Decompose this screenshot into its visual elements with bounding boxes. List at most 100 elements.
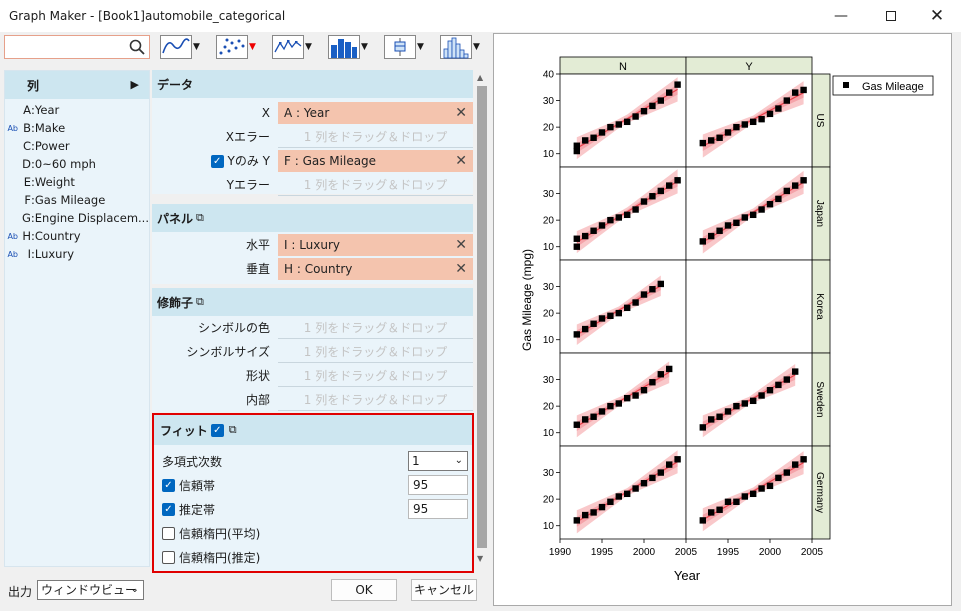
vertical-slot[interactable]: H : Country ✕ — [278, 258, 473, 280]
x-slot[interactable]: A : Year ✕ — [278, 102, 473, 124]
poly-order-select[interactable]: 1 ⌄ — [408, 451, 468, 471]
vertical-slot-value: H : Country — [284, 262, 353, 276]
col-strip-label: Y — [745, 61, 753, 73]
expand-arrow-icon[interactable]: ▶ — [131, 78, 139, 91]
panel-section-title: パネル — [157, 211, 194, 226]
prediction-band-input[interactable]: 95 — [408, 499, 468, 519]
data-point — [716, 227, 723, 234]
data-point — [750, 211, 757, 219]
copy-icon[interactable]: ⧉ — [229, 423, 237, 437]
xerr-slot[interactable]: 1 列をドラッグ＆ドロップ — [278, 126, 473, 148]
data-point — [573, 142, 580, 149]
column-item[interactable]: A: Year — [5, 101, 149, 119]
column-item[interactable]: D:0~60 mph — [5, 155, 149, 173]
confidence-band-checkbox[interactable]: ✓ — [162, 478, 175, 492]
x-slot-value: A : Year — [284, 106, 330, 120]
column-name: Power — [34, 139, 70, 153]
interior-slot[interactable]: 1 列をドラッグ＆ドロップ — [278, 389, 473, 411]
box-plot-button[interactable]: ▼ — [384, 34, 424, 60]
histogram-plot-button[interactable]: ▼ — [440, 34, 480, 60]
column-item[interactable]: Ab I: Luxury — [5, 245, 149, 263]
copy-icon[interactable]: ⧉ — [196, 295, 204, 309]
symbol-size-slot[interactable]: 1 列をドラッグ＆ドロップ — [278, 341, 473, 363]
conf-ellipse-mean-checkbox[interactable] — [162, 526, 175, 540]
scroll-down-icon[interactable]: ▼ — [477, 554, 483, 563]
data-point — [792, 89, 799, 96]
data-section-header[interactable]: データ — [152, 70, 473, 98]
data-point — [624, 490, 631, 498]
column-list: A: Year Ab B: Make C: Power D:0~60 mph E: Wei… — [5, 99, 149, 263]
clear-x-icon[interactable]: ✕ — [455, 102, 467, 124]
cancel-button[interactable]: キャンセル — [411, 579, 477, 601]
column-item[interactable]: Ab B: Make — [5, 119, 149, 137]
data-point — [615, 400, 622, 407]
data-point — [590, 134, 597, 141]
clear-horizontal-icon[interactable]: ✕ — [455, 234, 467, 256]
data-point — [657, 97, 664, 104]
column-item[interactable]: G: Engine Displacem... — [5, 209, 149, 227]
poly-order-row: 多項式次数 — [162, 451, 222, 471]
data-point — [598, 408, 606, 415]
yerr-slot[interactable]: 1 列をドラッグ＆ドロップ — [278, 174, 473, 196]
data-point — [615, 493, 622, 500]
clear-vertical-icon[interactable]: ✕ — [455, 258, 467, 280]
column-item[interactable]: F: Gas Mileage — [5, 191, 149, 209]
settings-scrollbar[interactable]: ▲ ▼ — [475, 70, 489, 567]
conf-ellipse-pred-checkbox[interactable] — [162, 550, 175, 564]
line-plot-button[interactable]: ▼ — [160, 34, 200, 60]
column-item[interactable]: Ab H: Country — [5, 227, 149, 245]
data-point — [733, 219, 740, 226]
line-plot-icon — [160, 35, 192, 59]
data-point — [766, 387, 774, 394]
data-point — [607, 216, 614, 224]
shape-slot[interactable]: 1 列をドラッグ＆ドロップ — [278, 365, 473, 387]
copy-icon[interactable]: ⧉ — [196, 211, 204, 225]
fit-enable-checkbox[interactable]: ✓ — [210, 423, 224, 437]
ok-button[interactable]: OK — [331, 579, 397, 601]
y-only-checkbox[interactable]: ✓ — [210, 155, 224, 168]
data-point — [766, 201, 774, 208]
fit-section-header[interactable]: フィット ✓ ⧉ — [154, 415, 472, 445]
symbol-color-slot[interactable]: 1 列をドラッグ＆ドロップ — [278, 317, 473, 339]
output-label: 出力 — [8, 585, 33, 599]
close-button[interactable]: ✕ — [914, 0, 960, 32]
data-point — [590, 227, 597, 234]
column-item[interactable]: C: Power — [5, 137, 149, 155]
data-point — [598, 129, 606, 136]
search-icon[interactable] — [129, 39, 145, 55]
horizontal-slot[interactable]: I : Luxury ✕ — [278, 234, 473, 256]
modifier-section-header[interactable]: 修飾子 ⧉ — [152, 288, 473, 316]
column-name: 0~60 mph — [34, 157, 96, 171]
scrollbar-thumb[interactable] — [477, 86, 487, 548]
data-point — [783, 469, 790, 476]
panel-section-header[interactable]: パネル ⧉ — [152, 204, 473, 232]
scatter-plot-button[interactable]: ▼ — [216, 34, 256, 60]
data-point — [632, 392, 639, 399]
output-select[interactable]: ウィンドウビュー ⌄ — [37, 580, 144, 600]
fit-section: フィット ✓ ⧉ 多項式次数 1 ⌄ ✓ 信頼帯 95 ✓ 推定帯 95 信頼楕… — [152, 413, 474, 573]
row-strip-label: Japan — [814, 200, 825, 227]
y-tick-label: 10 — [543, 521, 555, 532]
y-tick-label: 20 — [543, 123, 555, 134]
confidence-band-input[interactable]: 95 — [408, 475, 468, 495]
scroll-up-icon[interactable]: ▲ — [477, 73, 483, 82]
xerr-label: Xエラー — [225, 130, 270, 144]
column-item[interactable]: E: Weight — [5, 173, 149, 191]
search-input[interactable] — [5, 36, 123, 58]
column-plot-button[interactable]: ▼ — [328, 34, 368, 60]
clear-y-icon[interactable]: ✕ — [455, 150, 467, 172]
minimize-button[interactable]: — — [818, 0, 864, 32]
prediction-band-checkbox[interactable]: ✓ — [162, 502, 175, 516]
data-point — [649, 379, 656, 386]
data-point — [624, 118, 631, 126]
search-box — [4, 35, 150, 59]
maximize-button[interactable] — [868, 0, 914, 32]
column-name: Year — [34, 103, 60, 117]
column-list-panel: 列 ▶ A: Year Ab B: Make C: Power D:0~60 mph E… — [4, 70, 150, 567]
data-point — [766, 482, 774, 490]
data-point — [666, 365, 673, 373]
y-tick-label: 20 — [543, 216, 555, 227]
y-slot[interactable]: F : Gas Mileage ✕ — [278, 150, 473, 172]
data-point — [607, 498, 614, 505]
line-symbol-plot-button[interactable]: ▼ — [272, 34, 312, 60]
